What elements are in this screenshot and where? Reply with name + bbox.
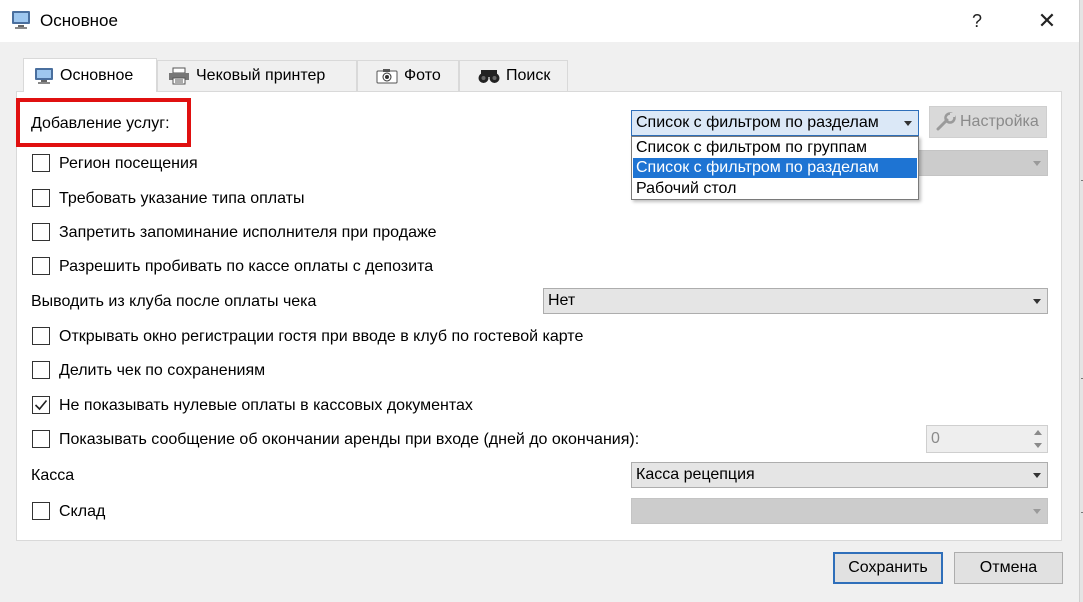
tab-label: Поиск <box>506 67 551 84</box>
chevron-down-icon <box>1033 299 1041 304</box>
cancel-button[interactable]: Отмена <box>954 552 1063 584</box>
monitor-icon <box>10 10 32 30</box>
save-button[interactable]: Сохранить <box>833 552 943 584</box>
split-receipt-label: Делить чек по сохранениям <box>59 362 266 379</box>
rent-end-message-label: Показывать сообщение об окончании аренды… <box>59 431 640 448</box>
exit-club-value: Нет <box>548 292 576 309</box>
visit-region-select[interactable] <box>912 150 1048 176</box>
allow-deposit-payments-checkbox[interactable] <box>32 257 50 275</box>
window-title: Основное <box>40 11 118 30</box>
tab-label: Фото <box>404 67 441 84</box>
warehouse-checkbox[interactable] <box>32 502 50 520</box>
cashbox-select[interactable]: Касса рецепция <box>631 462 1048 488</box>
camera-icon <box>376 69 398 84</box>
help-button[interactable]: ? <box>960 6 994 36</box>
add-services-dropdown-list: Список с фильтром по группам Список с фи… <box>631 136 919 200</box>
tab-label: Основное <box>60 66 134 84</box>
binoculars-icon <box>478 70 500 83</box>
rent-end-days-value: 0 <box>931 430 940 447</box>
add-services-value: Список с фильтром по разделам <box>636 114 879 131</box>
close-button[interactable]: ✕ <box>1030 6 1064 36</box>
require-payment-type-label: Требовать указание типа оплаты <box>59 190 305 207</box>
warehouse-label: Склад <box>59 503 106 520</box>
rent-end-days-spinner[interactable]: 0 <box>926 425 1048 453</box>
tab-label: Чековый принтер <box>196 67 326 84</box>
wrench-icon <box>936 112 956 131</box>
warehouse-select[interactable] <box>631 498 1048 524</box>
hide-zero-payments-checkbox[interactable] <box>32 396 50 414</box>
spin-up-icon[interactable] <box>1029 426 1047 439</box>
split-receipt-checkbox[interactable] <box>32 361 50 379</box>
tab-search[interactable]: Поиск <box>459 60 568 91</box>
configure-label: Настройка <box>960 113 1039 130</box>
settings-dialog: Основное ? ✕ Основное Чековый принтер Фо… <box>0 0 1083 602</box>
visit-region-label: Регион посещения <box>59 155 198 172</box>
tab-photo[interactable]: Фото <box>357 60 459 91</box>
chevron-down-icon <box>904 121 912 126</box>
dropdown-option-selected[interactable]: Список с фильтром по разделам <box>633 158 917 178</box>
spin-down-icon[interactable] <box>1029 439 1047 452</box>
forbid-remember-executor-label: Запретить запоминание исполнителя при пр… <box>59 224 437 241</box>
exit-club-label: Выводить из клуба после оплаты чека <box>31 293 317 310</box>
exit-club-select[interactable]: Нет <box>543 288 1048 314</box>
checkmark-icon <box>34 399 48 411</box>
add-services-select[interactable]: Список с фильтром по разделам <box>631 110 919 136</box>
dropdown-option[interactable]: Рабочий стол <box>633 179 917 199</box>
title-bar: Основное ? ✕ <box>0 0 1083 42</box>
chevron-down-icon <box>1033 509 1041 514</box>
configure-button[interactable]: Настройка <box>929 106 1047 138</box>
chevron-down-icon <box>1033 473 1041 478</box>
require-payment-type-checkbox[interactable] <box>32 189 50 207</box>
hide-zero-payments-label: Не показывать нулевые оплаты в кассовых … <box>59 397 473 414</box>
highlight-box <box>16 98 191 147</box>
forbid-remember-executor-checkbox[interactable] <box>32 223 50 241</box>
printer-icon <box>169 67 189 85</box>
tab-receipt-printer[interactable]: Чековый принтер <box>157 60 357 91</box>
allow-deposit-payments-label: Разрешить пробивать по кассе оплаты с де… <box>59 258 434 275</box>
open-guest-registration-label: Открывать окно регистрации гостя при вво… <box>59 328 584 345</box>
chevron-down-icon <box>1033 161 1041 166</box>
open-guest-registration-checkbox[interactable] <box>32 327 50 345</box>
window-edge <box>1079 0 1083 602</box>
visit-region-checkbox[interactable] <box>32 154 50 172</box>
dropdown-option[interactable]: Список с фильтром по группам <box>633 138 917 158</box>
cashbox-value: Касса рецепция <box>636 466 755 483</box>
rent-end-message-checkbox[interactable] <box>32 430 50 448</box>
monitor-icon <box>35 67 53 84</box>
tab-main[interactable]: Основное <box>23 58 157 92</box>
cashbox-label: Касса <box>31 467 75 484</box>
